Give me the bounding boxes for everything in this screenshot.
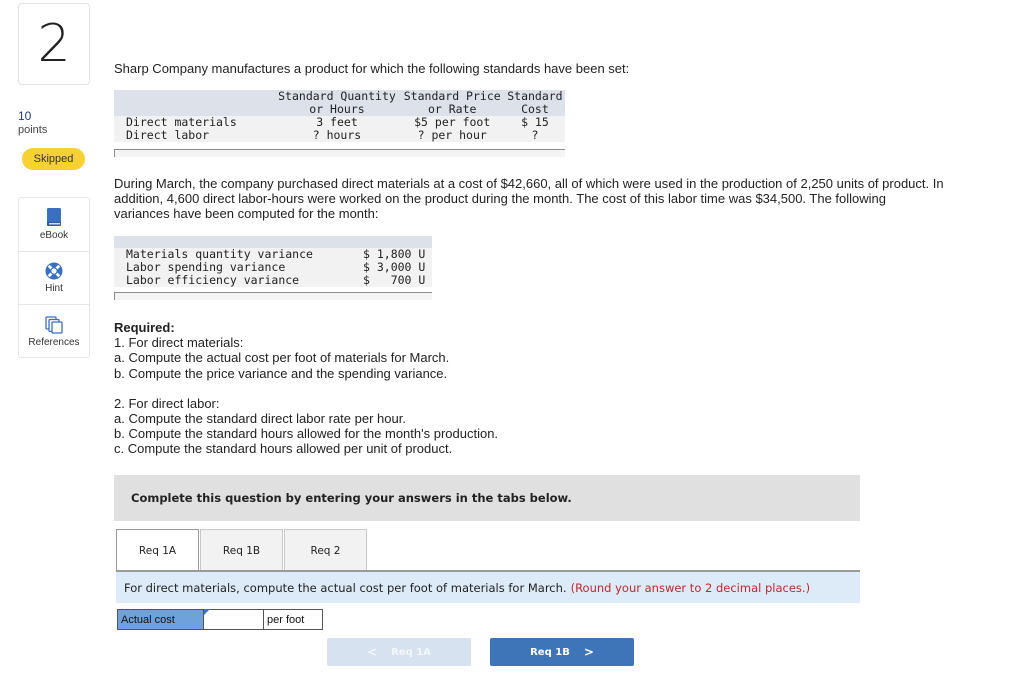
input-flag-icon — [204, 609, 210, 615]
chevron-right-icon: > — [583, 645, 594, 659]
cell: ? — [531, 128, 539, 142]
rounding-hint: (Round your answer to 2 decimal places.) — [570, 580, 811, 595]
ebook-button[interactable]: eBook — [19, 198, 89, 252]
points-value: 10 — [18, 109, 32, 123]
points-label: points — [18, 124, 48, 136]
instructions-banner: Complete this question by entering your … — [114, 475, 860, 521]
standards-table: Standard Quantity Standard Price Standar… — [114, 90, 565, 142]
table-row: Labor efficiency variance $ 700 U — [114, 274, 432, 287]
required-title: Required: — [114, 320, 175, 335]
question-number: 2 — [37, 14, 71, 74]
required-item: b. Compute the standard hours allowed fo… — [114, 426, 499, 442]
table-divider — [114, 149, 565, 157]
references-label: References — [28, 336, 80, 348]
prompt-text: For direct materials, compute the actual… — [124, 580, 567, 595]
header-cell — [114, 90, 274, 103]
row-label: Labor efficiency variance — [126, 273, 300, 287]
tab-req-2[interactable]: Req 2 — [284, 529, 367, 571]
tools-panel: eBook Hint References — [18, 197, 90, 358]
answer-row: Actual cost per foot — [117, 609, 323, 630]
required-section: Required: 1. For direct materials: a. Co… — [114, 320, 714, 457]
table-divider — [114, 292, 432, 300]
references-button[interactable]: References — [19, 305, 89, 359]
problem-intro: Sharp Company manufactures a product for… — [114, 61, 630, 76]
question-number-box: 2 — [18, 3, 90, 85]
ebook-label: eBook — [39, 230, 69, 242]
required-item: a. Compute the standard direct labor rat… — [114, 411, 406, 427]
next-req-button[interactable]: Req 1B > — [490, 638, 634, 666]
unit-label: per foot — [264, 609, 323, 630]
prev-req-label: Req 1A — [391, 646, 431, 658]
next-req-label: Req 1B — [530, 646, 570, 658]
cell: ? per hour — [417, 128, 487, 142]
hint-button[interactable]: Hint — [19, 252, 89, 306]
prev-req-button[interactable]: < Req 1A — [327, 638, 471, 666]
row-label: Direct labor — [126, 128, 210, 142]
cell: $ 700 U — [363, 273, 426, 287]
required-item: c. Compute the standard hours allowed pe… — [114, 441, 453, 457]
stacked-pages-icon — [45, 316, 63, 334]
problem-paragraph: During March, the company purchased dire… — [114, 176, 944, 221]
tab-req-1b[interactable]: Req 1B — [200, 529, 283, 571]
tab-req-1a[interactable]: Req 1A — [116, 529, 199, 571]
book-icon — [46, 207, 62, 227]
required-part1-heading: 1. For direct materials: — [114, 335, 244, 351]
required-part2-heading: 2. For direct labor: — [114, 395, 220, 411]
variances-table: Materials quantity variance $ 1,800 U La… — [114, 236, 432, 287]
question-prompt: For direct materials, compute the actual… — [116, 572, 860, 603]
status-badge: Skipped — [22, 148, 85, 170]
instructions-text: Complete this question by entering your … — [131, 491, 572, 505]
hint-label: Hint — [45, 282, 63, 294]
table-row: Direct labor ? hours ? per hour ? — [114, 129, 565, 142]
required-item: a. Compute the actual cost per foot of m… — [114, 350, 450, 366]
actual-cost-label: Actual cost — [117, 609, 204, 630]
cell: ? hours — [312, 128, 362, 142]
chevron-left-icon: < — [367, 645, 378, 659]
required-item: b. Compute the price variance and the sp… — [114, 365, 448, 381]
requirement-tabs: Req 1A Req 1B Req 2 — [116, 529, 368, 571]
actual-cost-input[interactable] — [204, 609, 264, 630]
lifebuoy-icon — [45, 262, 63, 280]
